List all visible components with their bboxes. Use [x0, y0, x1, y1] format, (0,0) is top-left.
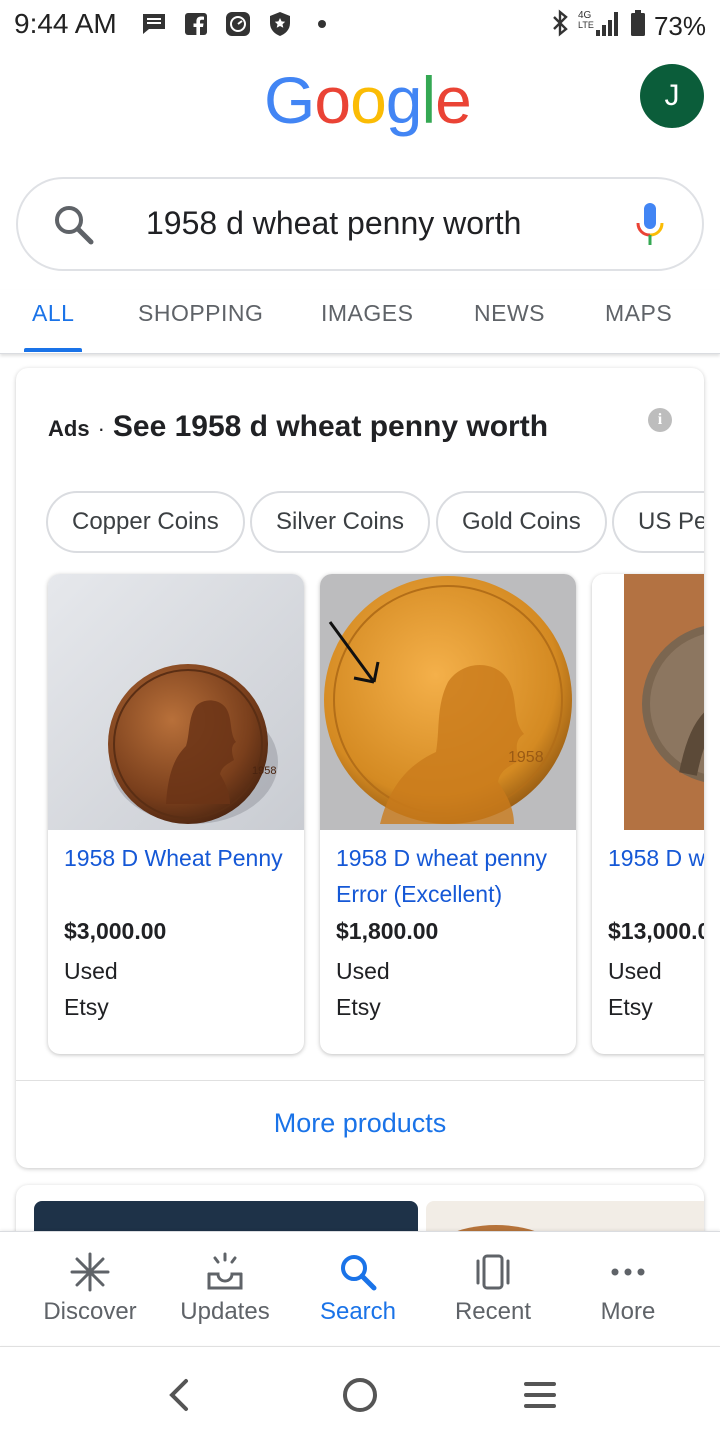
product-seller: Etsy	[64, 994, 109, 1020]
ads-header: Ads · See 1958 d wheat penny worth	[48, 410, 548, 444]
bluetooth-icon	[550, 9, 570, 44]
ads-title: See 1958 d wheat penny worth	[112, 410, 549, 443]
search-icon[interactable]	[52, 203, 96, 247]
battery-percent: 73%	[653, 11, 706, 41]
avatar-initial: J	[664, 79, 680, 112]
microphone-icon[interactable]	[634, 201, 666, 249]
signal-icon: 4G LTE	[578, 8, 622, 45]
search-input[interactable]: 1958 d wheat penny worth	[146, 205, 521, 242]
nav-label: More	[600, 1298, 656, 1325]
tab-news[interactable]: NEWS	[474, 300, 545, 327]
product-image[interactable]	[592, 574, 704, 830]
nav-more[interactable]: More	[560, 1232, 696, 1346]
asterisk-icon	[70, 1252, 110, 1292]
status-bar: 9:44 AM 4G LTE 73%	[0, 0, 720, 52]
chip-gold-coins[interactable]: Gold Coins	[436, 491, 607, 553]
logo-letter: g	[385, 63, 423, 137]
product-image[interactable]: 1958	[48, 574, 304, 830]
product-price: $1,800.00	[336, 918, 439, 944]
svg-text:1958: 1958	[252, 765, 276, 777]
search-icon	[341, 1255, 377, 1291]
logo-letter: o	[314, 63, 351, 137]
product-condition: Used	[336, 958, 390, 984]
logo-letter: e	[435, 63, 472, 137]
nav-recent[interactable]: Recent	[425, 1232, 561, 1346]
message-icon	[140, 10, 168, 38]
nav-label: Updates	[180, 1298, 270, 1325]
active-tab-indicator	[24, 348, 82, 352]
battery-icon	[630, 9, 646, 44]
product-title[interactable]: 1958 D wheat penny Error (Excellent)	[336, 840, 564, 912]
nav-label: Search	[319, 1298, 397, 1325]
chip-us-pennies[interactable]: US Pennies	[612, 491, 704, 553]
more-dots-icon	[611, 1268, 645, 1276]
product-card[interactable]: 1958 1958 D wheat penny Error (Excellent…	[320, 574, 576, 1054]
product-condition: Used	[64, 958, 118, 984]
notification-icons	[140, 10, 336, 38]
search-bar[interactable]: 1958 d wheat penny worth	[16, 177, 704, 271]
tab-maps[interactable]: MAPS	[605, 300, 672, 327]
logo-letter: o	[350, 63, 387, 137]
product-condition: Used	[608, 958, 662, 984]
status-right: 4G LTE 73%	[550, 8, 706, 45]
divider	[16, 1080, 704, 1081]
home-icon[interactable]	[336, 1371, 384, 1419]
product-title[interactable]: 1958 D wheat penny	[608, 840, 704, 876]
system-navigation	[0, 1346, 720, 1440]
facebook-icon	[182, 10, 210, 38]
nav-updates[interactable]: Updates	[157, 1232, 293, 1346]
product-seller: Etsy	[336, 994, 381, 1020]
tab-images[interactable]: IMAGES	[321, 300, 413, 327]
inbox-updates-icon	[207, 1252, 243, 1290]
product-image[interactable]: 1958	[320, 574, 576, 830]
google-logo[interactable]: Google	[264, 62, 472, 138]
ads-separator: ·	[97, 416, 105, 441]
nav-search[interactable]: Search	[290, 1232, 426, 1346]
recent-apps-icon[interactable]	[516, 1371, 564, 1419]
speedometer-app-icon	[224, 10, 252, 38]
tab-all[interactable]: ALL	[32, 300, 74, 327]
chip-copper-coins[interactable]: Copper Coins	[46, 491, 245, 553]
search-tabs: ALL SHOPPING IMAGES NEWS MAPS	[0, 290, 720, 354]
product-price: $3,000.00	[64, 918, 167, 944]
product-seller: Etsy	[608, 994, 653, 1020]
logo-letter: G	[264, 63, 315, 137]
product-card[interactable]: 1958 1958 D Wheat Penny $3,000.00 Used E…	[48, 574, 304, 1054]
product-price: $13,000.00	[608, 918, 704, 944]
nav-label: Discover	[43, 1298, 137, 1325]
account-avatar[interactable]: J	[640, 64, 704, 128]
tab-shopping[interactable]: SHOPPING	[138, 300, 263, 327]
logo-letter: l	[421, 63, 437, 137]
chip-silver-coins[interactable]: Silver Coins	[250, 491, 431, 553]
info-icon[interactable]: i	[648, 408, 672, 432]
recent-cards-icon	[476, 1254, 510, 1290]
shield-icon	[266, 10, 294, 38]
product-card[interactable]: 1958 D wheat penny $13,000.00 Used Etsy	[592, 574, 704, 1054]
status-time: 9:44 AM	[14, 8, 117, 39]
product-title[interactable]: 1958 D Wheat Penny	[64, 840, 292, 876]
svg-text:LTE: LTE	[578, 20, 594, 30]
more-products-link[interactable]: More products	[16, 1108, 704, 1139]
bottom-navigation: Discover Updates Search Recent More	[0, 1231, 720, 1345]
ads-card: Ads · See 1958 d wheat penny worth i Cop…	[16, 368, 704, 1168]
nav-label: Recent	[454, 1298, 532, 1325]
svg-text:1958: 1958	[508, 749, 544, 766]
notification-dot-icon	[308, 10, 336, 38]
nav-discover[interactable]: Discover	[22, 1232, 158, 1346]
back-icon[interactable]	[156, 1371, 204, 1419]
ads-label: Ads	[48, 416, 90, 441]
